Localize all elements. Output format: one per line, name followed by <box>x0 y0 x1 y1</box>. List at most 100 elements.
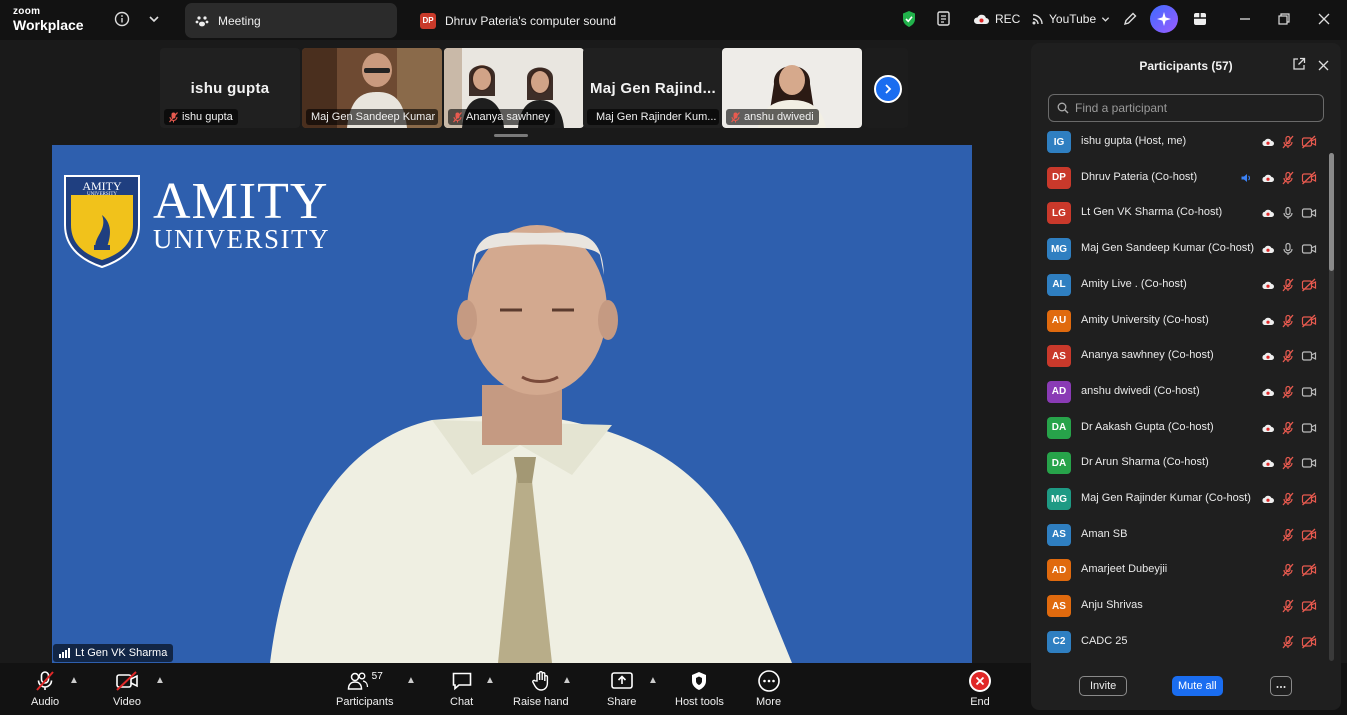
panel-footer: Invite Mute all <box>1031 668 1341 710</box>
tab-meeting[interactable]: Meeting <box>185 3 397 38</box>
video-icon[interactable] <box>1301 455 1317 471</box>
video-off-icon[interactable] <box>1301 598 1317 614</box>
minimize-button[interactable] <box>1236 10 1254 28</box>
audio-button[interactable]: Audio <box>31 669 59 708</box>
mic-off-icon[interactable] <box>1280 527 1296 543</box>
mic-off-icon[interactable] <box>1280 170 1296 186</box>
restore-button[interactable] <box>1275 10 1293 28</box>
video-options-caret[interactable]: ▲ <box>155 675 165 686</box>
participants-options-caret[interactable]: ▲ <box>406 675 416 686</box>
participant-name: Maj Gen Rajinder Kumar (Co-host) <box>1081 492 1251 504</box>
video-off-icon[interactable] <box>1301 134 1317 150</box>
video-off-icon[interactable] <box>1301 491 1317 507</box>
participant-name: Lt Gen VK Sharma (Co-host) <box>1081 206 1223 219</box>
participant-row[interactable]: AD anshu dwivedi (Co-host) <box>1031 374 1331 410</box>
video-off-icon[interactable] <box>1301 634 1317 650</box>
participant-name: Dr Arun Sharma (Co-host) <box>1081 456 1209 469</box>
list-scrollbar-thumb[interactable] <box>1329 153 1334 271</box>
cloud-recording-indicator[interactable]: REC <box>973 10 1020 28</box>
share-button[interactable]: Share <box>607 669 636 708</box>
gallery-scroll-indicator[interactable] <box>494 134 528 137</box>
reactions-caret[interactable]: ▲ <box>562 675 572 686</box>
chat-options-caret[interactable]: ▲ <box>485 675 495 686</box>
video-tile[interactable]: ishu gupta ishu gupta <box>160 48 300 128</box>
mic-off-icon[interactable] <box>1280 134 1296 150</box>
mic-off-icon[interactable] <box>1280 562 1296 578</box>
more-options-button[interactable] <box>1270 676 1292 696</box>
close-panel-button[interactable] <box>1315 57 1331 73</box>
participant-row[interactable]: AS Ananya sawhney (Co-host) <box>1031 338 1331 374</box>
mic-icon[interactable] <box>1280 205 1296 221</box>
participant-row[interactable]: LG Lt Gen VK Sharma (Co-host) <box>1031 195 1331 231</box>
mute-all-button[interactable]: Mute all <box>1172 676 1223 696</box>
notes-icon[interactable] <box>934 9 954 29</box>
host-tools-button[interactable]: Host tools <box>675 669 724 708</box>
video-off-icon[interactable] <box>1301 527 1317 543</box>
end-meeting-button[interactable]: End <box>969 669 991 708</box>
mic-off-icon[interactable] <box>1280 384 1296 400</box>
more-button[interactable]: More <box>756 669 781 708</box>
mic-off-icon[interactable] <box>1280 348 1296 364</box>
ai-companion-button[interactable] <box>1150 5 1178 33</box>
participant-search[interactable] <box>1048 94 1324 122</box>
search-input[interactable] <box>1075 101 1315 115</box>
chevron-down-icon[interactable] <box>144 9 164 29</box>
mic-off-icon[interactable] <box>1280 455 1296 471</box>
video-button[interactable]: Video <box>113 669 141 708</box>
video-tile[interactable]: anshu dwivedi <box>722 48 862 128</box>
mic-off-icon[interactable] <box>1280 634 1296 650</box>
participant-row[interactable]: AD Amarjeet Dubeyjii <box>1031 552 1331 588</box>
more-label: More <box>756 696 782 708</box>
video-tile[interactable]: Maj Gen Sandeep Kumar <box>302 48 442 128</box>
participant-row[interactable]: AU Amity University (Co-host) <box>1031 303 1331 339</box>
participant-row[interactable]: AL Amity Live . (Co-host) <box>1031 267 1331 303</box>
video-icon[interactable] <box>1301 420 1317 436</box>
participant-row[interactable]: AS Aman SB <box>1031 517 1331 553</box>
participants-button[interactable]: 57 Participants <box>336 669 393 709</box>
participant-row[interactable]: AS Anju Shrivas <box>1031 588 1331 624</box>
share-options-caret[interactable]: ▲ <box>648 675 658 686</box>
video-icon[interactable] <box>1301 205 1317 221</box>
video-off-icon[interactable] <box>1301 277 1317 293</box>
participant-row[interactable]: DA Dr Aakash Gupta (Co-host) <box>1031 410 1331 446</box>
host-tools-label: Host tools <box>675 696 724 708</box>
avatar: LG <box>1047 202 1071 225</box>
mic-icon[interactable] <box>1280 241 1296 257</box>
cloud-recording-icon <box>1260 134 1276 150</box>
apps-icon[interactable] <box>1190 9 1210 29</box>
participant-row[interactable]: DP Dhruv Pateria (Co-host) <box>1031 160 1331 196</box>
mic-off-icon[interactable] <box>1280 313 1296 329</box>
close-window-button[interactable] <box>1315 10 1333 28</box>
participant-name: Maj Gen Sandeep Kumar (Co-host) <box>1081 242 1255 255</box>
mic-off-icon[interactable] <box>1280 420 1296 436</box>
participant-row[interactable]: DA Dr Arun Sharma (Co-host) <box>1031 445 1331 481</box>
annotate-pen-icon[interactable] <box>1120 9 1140 29</box>
active-speaker-video[interactable]: AMITY UNIVERSITY AMITY UNIVERSITY <box>52 145 972 663</box>
participant-row[interactable]: IG ishu gupta (Host, me) <box>1031 124 1331 160</box>
participant-row[interactable]: MG Maj Gen Rajinder Kumar (Co-host) <box>1031 481 1331 517</box>
video-icon[interactable] <box>1301 384 1317 400</box>
gallery-next-button[interactable] <box>874 75 902 103</box>
chat-button[interactable]: Chat <box>450 669 473 708</box>
participant-row[interactable]: C2 CADC 25 <box>1031 624 1331 660</box>
video-off-icon[interactable] <box>1301 170 1317 186</box>
video-tile[interactable]: Maj Gen Rajind... Maj Gen Rajinder Kum..… <box>583 48 723 128</box>
video-tile[interactable]: Ananya sawhney <box>444 48 584 128</box>
audio-options-caret[interactable]: ▲ <box>69 675 79 686</box>
tab-computer-sound[interactable]: DP Dhruv Pateria's computer sound <box>410 3 626 38</box>
raise-hand-button[interactable]: Raise hand <box>513 669 569 708</box>
video-icon[interactable] <box>1301 241 1317 257</box>
invite-button[interactable]: Invite <box>1079 676 1128 696</box>
mic-off-icon[interactable] <box>1280 277 1296 293</box>
logo-subtitle: UNIVERSITY <box>153 224 330 254</box>
mic-off-icon[interactable] <box>1280 598 1296 614</box>
video-off-icon[interactable] <box>1301 313 1317 329</box>
shield-check-icon[interactable] <box>899 9 919 29</box>
video-off-icon[interactable] <box>1301 562 1317 578</box>
video-icon[interactable] <box>1301 348 1317 364</box>
youtube-live-indicator[interactable]: YouTube <box>1032 10 1110 28</box>
participant-row[interactable]: MG Maj Gen Sandeep Kumar (Co-host) <box>1031 231 1331 267</box>
mic-off-icon[interactable] <box>1280 491 1296 507</box>
popout-icon[interactable] <box>1292 57 1308 73</box>
info-icon[interactable] <box>112 9 132 29</box>
